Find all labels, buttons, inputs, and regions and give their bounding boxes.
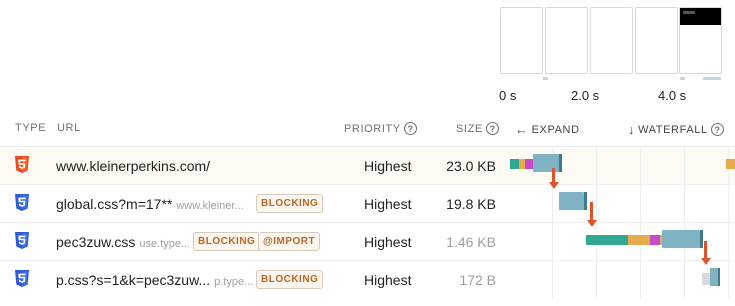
waterfall-wait-segment[interactable] <box>710 268 718 286</box>
waterfall-sort-button[interactable]: ↓ WATERFALL ? <box>628 122 724 137</box>
waterfall-queued-segment <box>702 273 710 285</box>
html5-icon <box>15 156 29 173</box>
filmstrip-progress <box>680 77 685 80</box>
request-url[interactable]: pec3zuw.css use.type... <box>56 234 190 250</box>
waterfall-download-segment <box>700 230 703 248</box>
waterfall-dns-segment <box>510 159 519 169</box>
render-blocking-arrow <box>590 202 593 220</box>
arrow-down-icon <box>586 220 597 227</box>
filmstrip-progress <box>703 77 721 80</box>
arrow-down-icon <box>548 182 559 189</box>
time-label: 2.0 s <box>571 88 600 103</box>
waterfall-gridline <box>684 146 685 298</box>
waterfall-download-segment <box>584 192 587 210</box>
column-header-priority[interactable]: PRIORITY ? <box>344 122 417 135</box>
filmstrip-progress <box>543 77 548 80</box>
blocking-badge: BLOCKING <box>193 232 261 251</box>
waterfall-dns-segment <box>586 235 628 245</box>
filmstrip: 0 s 2.0 s 4.0 s <box>0 0 735 112</box>
css3-icon <box>15 270 29 287</box>
waterfall-wait-segment[interactable] <box>662 230 700 248</box>
filmstrip-frame[interactable] <box>590 7 633 74</box>
question-circle-icon[interactable]: ? <box>485 122 499 135</box>
blocking-badge: BLOCKING <box>256 194 324 213</box>
request-url[interactable]: p.css?s=1&k=pec3zuw... p.type... <box>56 272 253 288</box>
waterfall-ssl-segment <box>650 235 660 245</box>
arrow-down-icon <box>700 258 711 265</box>
waterfall-download-segment <box>718 268 720 286</box>
size-value: 23.0 KB <box>446 158 496 174</box>
waterfall-wait-segment[interactable] <box>533 154 559 172</box>
waterfall-label: WATERFALL <box>638 123 708 136</box>
column-header-size[interactable]: SIZE ? <box>456 122 499 135</box>
filmstrip-frame[interactable] <box>545 7 588 74</box>
priority-label: PRIORITY <box>344 122 401 135</box>
css3-icon <box>15 232 29 249</box>
waterfall-gridline <box>640 146 641 298</box>
priority-value: Highest <box>364 158 412 174</box>
size-value: 172 B <box>459 272 496 288</box>
table-header: TYPE URL PRIORITY ? SIZE ? ← EXPAND ↓ WA… <box>0 115 735 146</box>
size-value: 19.8 KB <box>446 196 496 212</box>
priority-value: Highest <box>364 196 412 212</box>
import-badge: @IMPORT <box>258 232 321 251</box>
render-blocking-arrow <box>552 168 555 182</box>
css3-icon <box>15 194 29 211</box>
frame-thumbnail <box>680 8 721 25</box>
request-host: use.type... <box>139 238 191 250</box>
time-label: 0 s <box>499 88 517 103</box>
request-url[interactable]: global.css?m=17** www.kleiner... <box>56 196 244 212</box>
waterfall-wait-segment[interactable] <box>559 192 584 210</box>
size-value: 1.46 KB <box>446 234 496 250</box>
column-header-type: TYPE <box>15 122 47 134</box>
filmstrip-frame[interactable] <box>635 7 678 74</box>
request-host: p.type... <box>214 276 254 288</box>
filmstrip-frame[interactable] <box>679 7 722 74</box>
priority-value: Highest <box>364 272 412 288</box>
arrow-down-icon: ↓ <box>628 122 636 137</box>
expand-button[interactable]: ← EXPAND <box>515 122 580 137</box>
expand-label: EXPAND <box>531 123 580 136</box>
priority-value: Highest <box>364 234 412 250</box>
waterfall-connect-segment <box>628 235 650 245</box>
size-label: SIZE <box>456 122 483 135</box>
question-circle-icon[interactable]: ? <box>710 123 724 136</box>
render-blocking-arrow <box>704 241 707 258</box>
filmstrip-frame[interactable] <box>500 7 543 74</box>
request-url[interactable]: www.kleinerperkins.com/ <box>56 158 210 174</box>
request-host: www.kleiner... <box>176 200 244 212</box>
waterfall-connect-segment <box>726 159 735 169</box>
arrow-left-icon: ← <box>515 122 529 137</box>
question-circle-icon[interactable]: ? <box>403 122 417 135</box>
column-header-url: URL <box>57 122 81 134</box>
time-label: 4.0 s <box>658 88 687 103</box>
waterfall-ssl-segment <box>525 159 533 169</box>
blocking-badge: BLOCKING <box>256 270 324 289</box>
waterfall-download-segment <box>559 154 562 172</box>
waterfall-chart <box>507 146 735 298</box>
